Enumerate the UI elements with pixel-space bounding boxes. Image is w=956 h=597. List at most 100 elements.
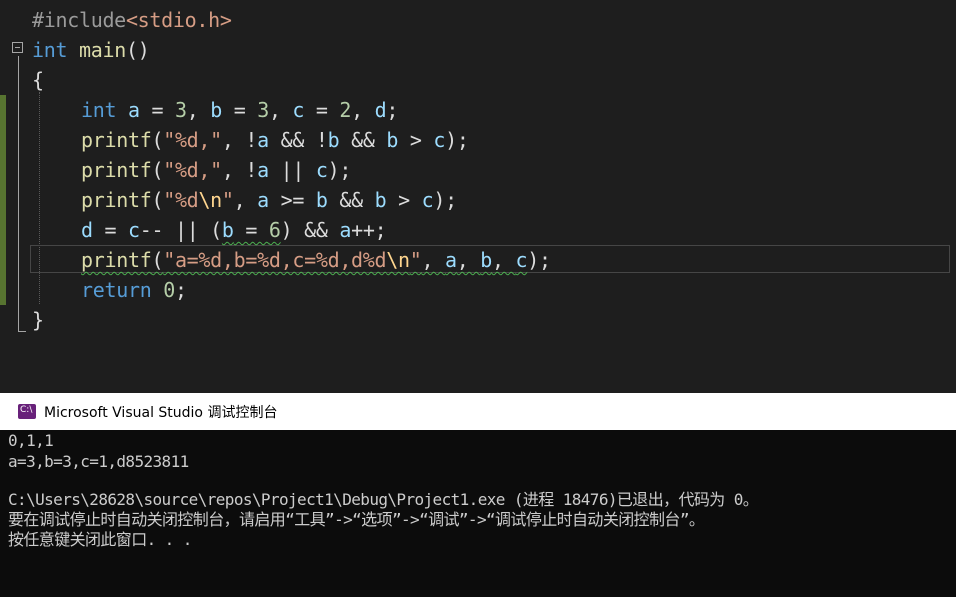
outline-line: [18, 56, 19, 331]
code-line-3[interactable]: {: [32, 65, 44, 95]
console-line: 0,1,1: [8, 431, 54, 450]
op: >: [386, 188, 422, 212]
punct: );: [445, 128, 469, 152]
var: c: [433, 128, 446, 152]
number: 2: [339, 98, 352, 122]
punct: (: [151, 158, 164, 182]
punct: (: [151, 128, 164, 152]
console-line: 按任意键关闭此窗口. . .: [8, 530, 192, 549]
var: a: [127, 98, 140, 122]
op: =: [92, 218, 128, 242]
var: b: [315, 188, 328, 212]
code-line-6[interactable]: printf("%d,", !a || c);: [81, 155, 351, 185]
console-title-bar[interactable]: C:\ Microsoft Visual Studio 调试控制台: [0, 393, 956, 430]
brace-open: {: [32, 68, 44, 92]
punct: ;: [174, 278, 187, 302]
string: ": [409, 248, 422, 272]
function-name: main: [78, 38, 126, 62]
string: "a=%d,b=%d,c=%d,d%d: [163, 248, 387, 272]
var: a: [257, 128, 269, 152]
code-line-2[interactable]: int main(): [32, 35, 150, 65]
punct: ,: [268, 98, 293, 122]
console-line: a=3,b=3,c=1,d8523811: [8, 452, 189, 471]
punct: (: [151, 188, 164, 212]
function-name: printf: [81, 158, 152, 182]
op: ,: [421, 248, 446, 272]
console-title: Microsoft Visual Studio 调试控制台: [44, 405, 278, 421]
number: 0: [163, 278, 175, 302]
op: ++;: [351, 218, 387, 242]
change-indicator-bar: [0, 95, 6, 305]
code-line-1[interactable]: #include<stdio.h>: [32, 5, 232, 35]
code-line-7[interactable]: printf("%d\n", a >= b && b > c);: [81, 185, 457, 215]
code-line-4[interactable]: int a = 3, b = 3, c = 2, d;: [81, 95, 398, 125]
preprocessor-directive: #include: [32, 8, 126, 32]
var: a: [257, 158, 269, 182]
op: , !: [221, 128, 258, 152]
op: ,: [233, 188, 258, 212]
op: >: [398, 128, 434, 152]
punct: );: [527, 248, 551, 272]
op: && !: [268, 128, 328, 152]
include-header: <stdio.h>: [125, 8, 232, 32]
punct: );: [433, 188, 457, 212]
op: , !: [221, 158, 258, 182]
keyword: return: [81, 278, 152, 302]
var: d: [374, 98, 387, 122]
escape-sequence: \n: [386, 248, 410, 272]
var: b: [480, 248, 492, 272]
var: c: [127, 218, 140, 242]
var: b: [210, 98, 222, 122]
console-output[interactable]: 0,1,1 a=3,b=3,c=1,d8523811 C:\Users\2862…: [0, 430, 956, 597]
var: b: [327, 128, 340, 152]
var: c: [421, 188, 434, 212]
function-name: printf: [81, 248, 152, 272]
number: 3: [257, 98, 269, 122]
escape-sequence: \n: [198, 188, 222, 212]
string: "%d: [163, 188, 199, 212]
console-line: C:\Users\28628\source\repos\Project1\Deb…: [8, 490, 759, 509]
number: 3: [174, 98, 187, 122]
string: "%d,": [163, 128, 222, 152]
op: =: [304, 98, 340, 122]
var: c: [315, 158, 328, 182]
op: ) &&: [280, 218, 340, 242]
var: a: [339, 218, 352, 242]
keyword: int: [32, 38, 68, 62]
op: &&: [327, 188, 375, 212]
code-line-8[interactable]: d = c-- || (b = 6) && a++;: [81, 215, 387, 245]
function-name: printf: [81, 128, 152, 152]
op: ,: [456, 248, 481, 272]
var: b: [386, 128, 399, 152]
punct: );: [327, 158, 352, 182]
keyword: int: [81, 98, 117, 122]
op: =: [221, 98, 258, 122]
var: d: [81, 218, 93, 242]
op: &&: [339, 128, 387, 152]
var: a: [445, 248, 457, 272]
op: -- || (: [139, 218, 222, 242]
visual-studio-console-icon: C:\: [18, 404, 36, 419]
var: b: [221, 218, 234, 242]
punct: ,: [186, 98, 211, 122]
code-line-5[interactable]: printf("%d,", !a && !b && b > c);: [81, 125, 469, 155]
var: c: [292, 98, 305, 122]
code-line-11[interactable]: }: [32, 305, 44, 335]
code-line-10[interactable]: return 0;: [81, 275, 187, 305]
punct: ;: [386, 98, 399, 122]
op: =: [233, 218, 269, 242]
brace-close: }: [32, 308, 44, 332]
code-line-9[interactable]: printf("a=%d,b=%d,c=%d,d%d\n", a, b, c);: [81, 245, 551, 275]
code-editor[interactable]: #include<stdio.h> int main() { int a = 3…: [0, 0, 956, 393]
punct: (): [125, 38, 150, 62]
op: ,: [492, 248, 516, 272]
op: >=: [268, 188, 316, 212]
string: ": [221, 188, 234, 212]
function-name: printf: [81, 188, 152, 212]
collapse-minus-icon[interactable]: [12, 42, 23, 53]
var: a: [257, 188, 269, 212]
var: c: [515, 248, 528, 272]
punct: (: [151, 248, 164, 272]
console-line: 要在调试停止时自动关闭控制台，请启用“工具”->“选项”->“调试”->“调试停…: [8, 510, 705, 529]
string: "%d,": [163, 158, 222, 182]
